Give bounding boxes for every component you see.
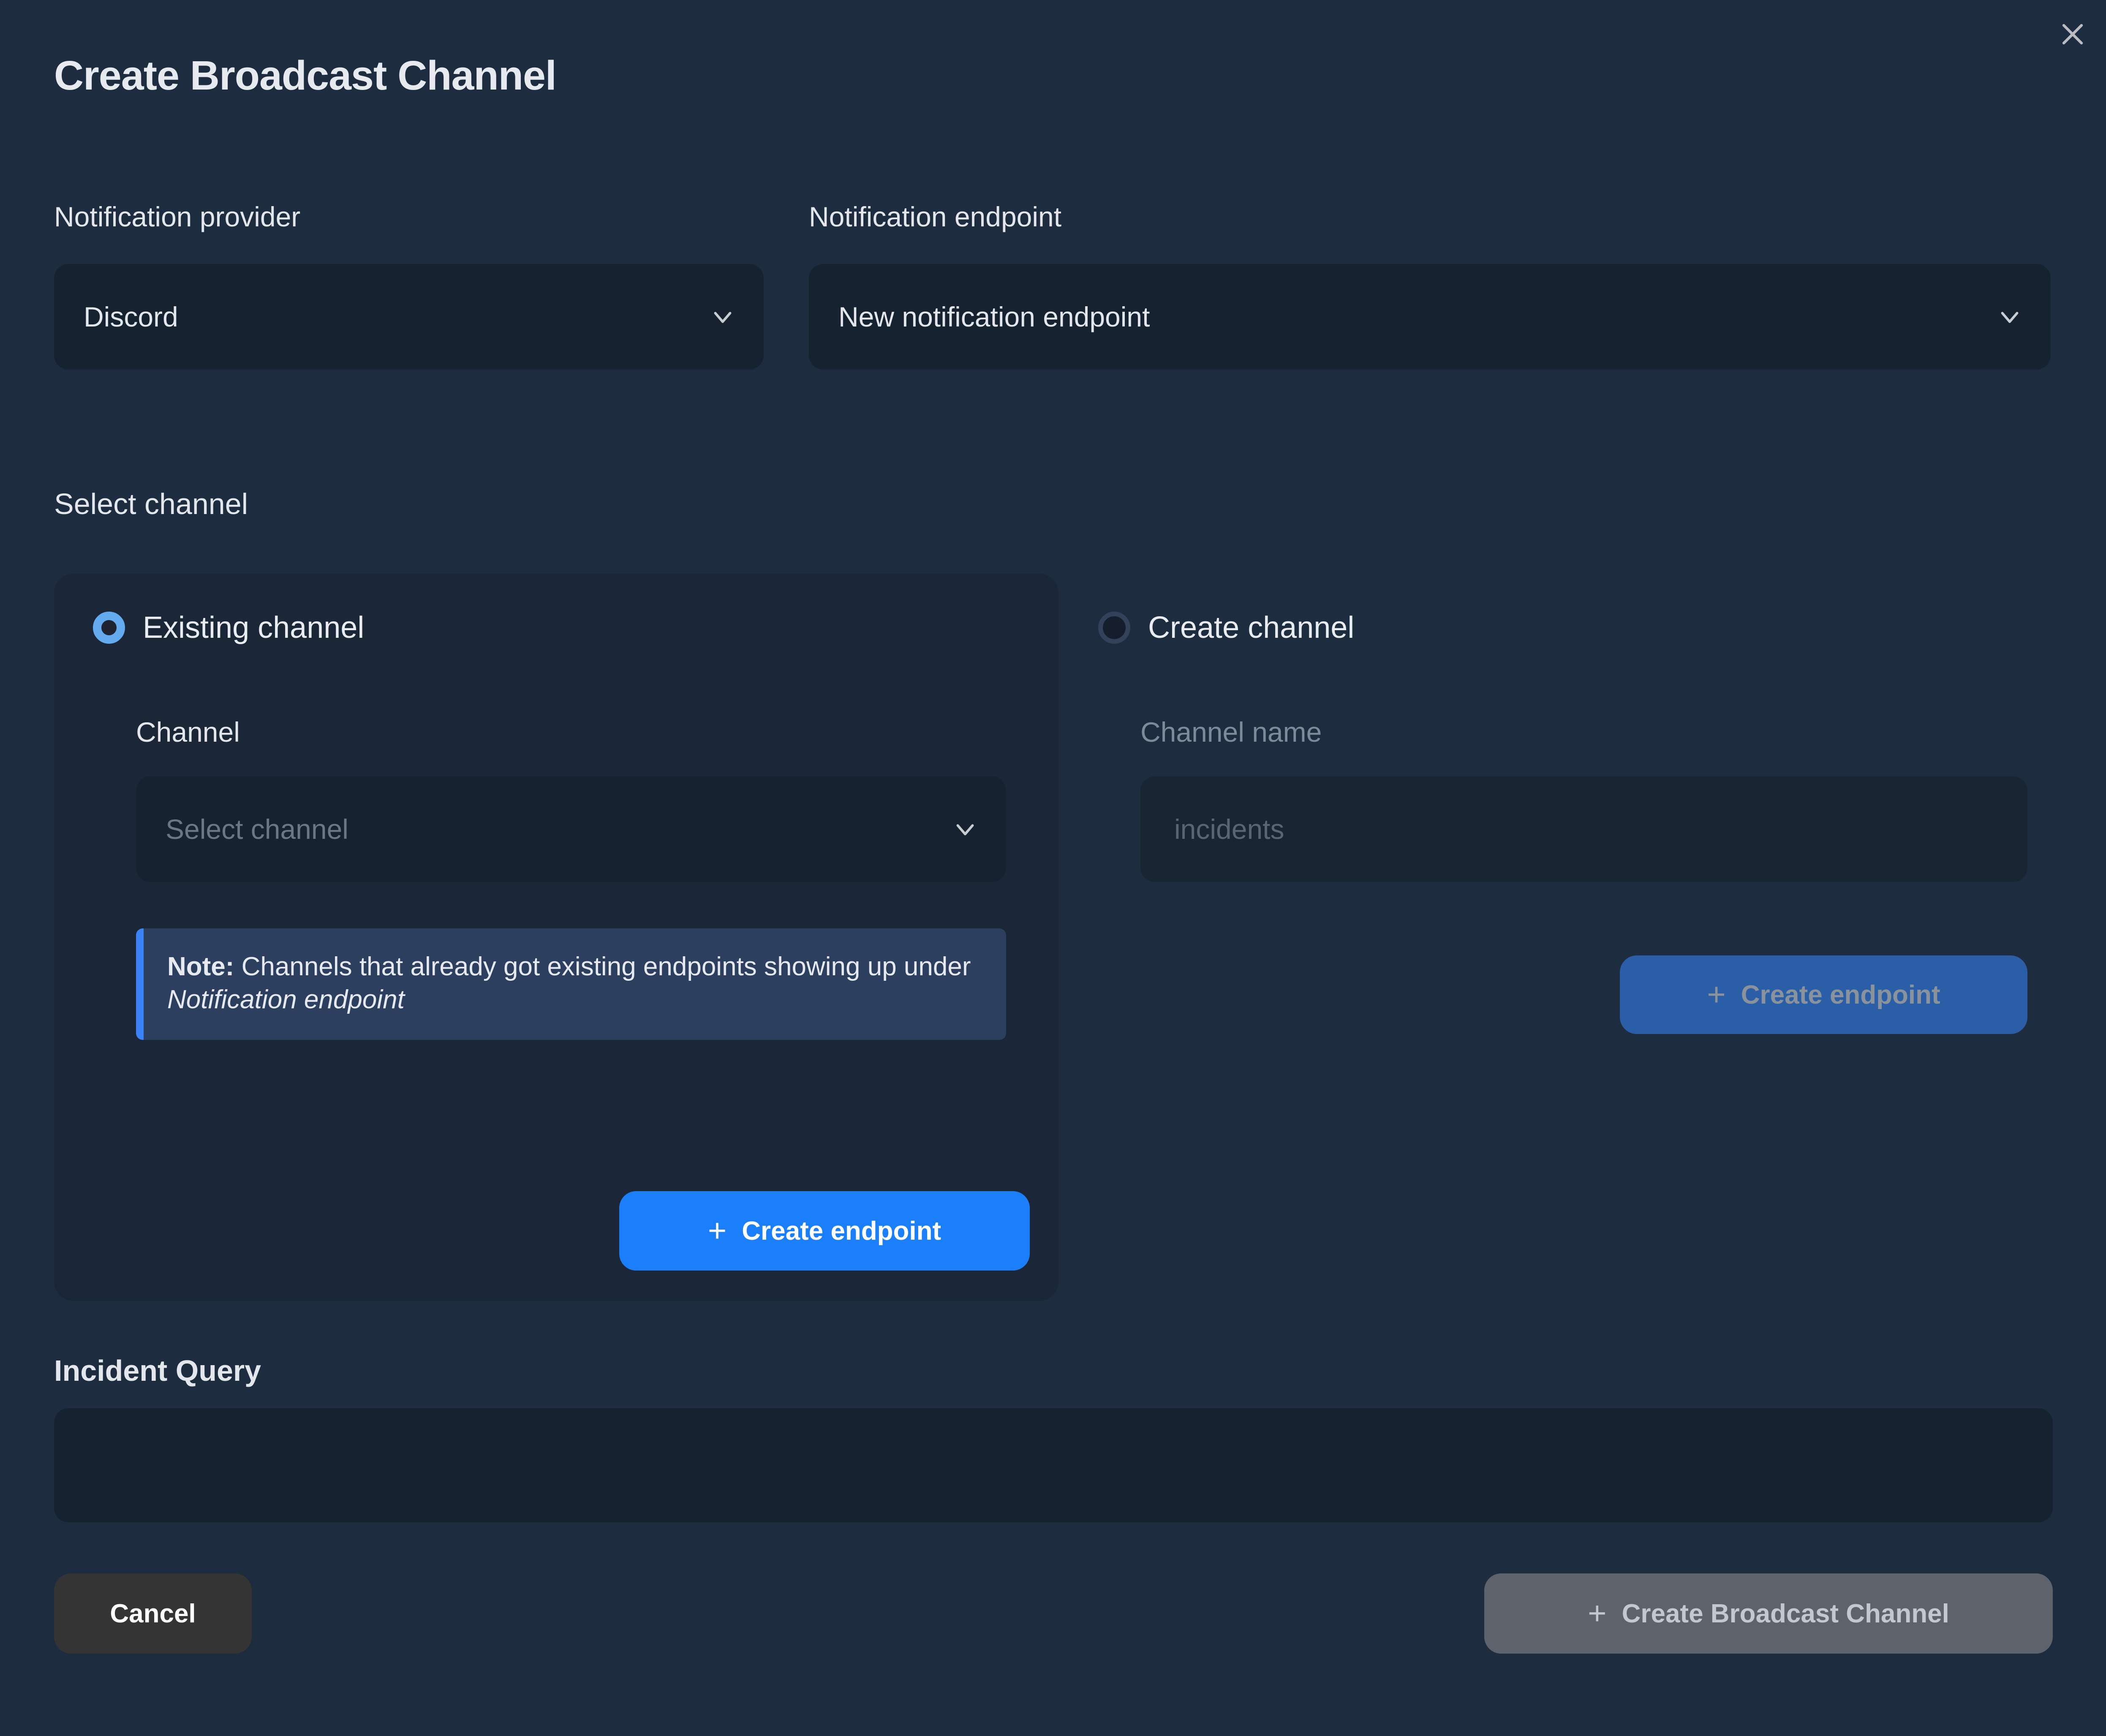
- notification-endpoint-select[interactable]: New notification endpoint: [809, 264, 2051, 370]
- radio-existing-channel-label: Existing channel: [143, 611, 365, 645]
- create-broadcast-channel-button[interactable]: + Create Broadcast Channel: [1484, 1573, 2053, 1654]
- create-endpoint-button-create[interactable]: + Create endpoint: [1620, 955, 2027, 1034]
- channel-name-input[interactable]: incidents: [1140, 776, 2027, 882]
- notification-endpoint-value: New notification endpoint: [838, 301, 1150, 332]
- incident-query-input[interactable]: [54, 1408, 2053, 1522]
- radio-on-icon: [93, 612, 125, 644]
- notification-endpoint-label: Notification endpoint: [809, 201, 1062, 232]
- create-endpoint-button-existing[interactable]: + Create endpoint: [619, 1191, 1030, 1271]
- channel-select[interactable]: Select channel: [136, 776, 1006, 882]
- cancel-button[interactable]: Cancel: [54, 1573, 252, 1654]
- plus-icon: +: [707, 1212, 727, 1249]
- plus-icon: +: [1588, 1595, 1607, 1631]
- plus-icon: +: [1707, 976, 1726, 1012]
- channel-name-placeholder: incidents: [1174, 814, 1284, 845]
- cancel-button-label: Cancel: [110, 1599, 196, 1628]
- dialog-header: Create Broadcast Channel: [54, 55, 2052, 101]
- channel-label: Channel: [136, 716, 240, 748]
- chevron-down-icon: [1995, 302, 2024, 332]
- create-endpoint-button-create-label: Create endpoint: [1741, 980, 1940, 1009]
- select-channel-section-label: Select channel: [54, 487, 248, 520]
- note-callout: Note: Channels that already got existing…: [136, 928, 1006, 1040]
- note-italic-term: Notification endpoint: [167, 985, 405, 1015]
- note-prefix: Note:: [167, 952, 234, 981]
- chevron-down-icon: [708, 302, 737, 332]
- page-title: Create Broadcast Channel: [54, 52, 557, 98]
- note-text: Note: Channels that already got existing…: [167, 950, 982, 1016]
- create-broadcast-channel-button-label: Create Broadcast Channel: [1622, 1599, 1949, 1628]
- close-icon: [2057, 19, 2088, 49]
- chevron-down-icon: [950, 814, 980, 844]
- radio-existing-channel[interactable]: Existing channel: [93, 612, 364, 644]
- create-endpoint-button-existing-label: Create endpoint: [742, 1216, 941, 1246]
- notification-provider-label: Notification provider: [54, 201, 301, 232]
- notification-provider-select[interactable]: Discord: [54, 264, 764, 370]
- radio-create-channel-label: Create channel: [1148, 611, 1355, 645]
- channel-select-placeholder: Select channel: [166, 814, 348, 845]
- radio-off-icon: [1098, 612, 1130, 644]
- incident-query-label: Incident Query: [54, 1354, 261, 1387]
- close-button[interactable]: [2049, 11, 2096, 57]
- note-body: Channels that already got existing endpo…: [234, 952, 971, 981]
- radio-create-channel[interactable]: Create channel: [1098, 612, 1354, 644]
- create-broadcast-channel-dialog: Create Broadcast Channel Notification pr…: [0, 0, 2106, 1736]
- channel-name-label: Channel name: [1140, 716, 1322, 748]
- notification-provider-value: Discord: [84, 301, 178, 332]
